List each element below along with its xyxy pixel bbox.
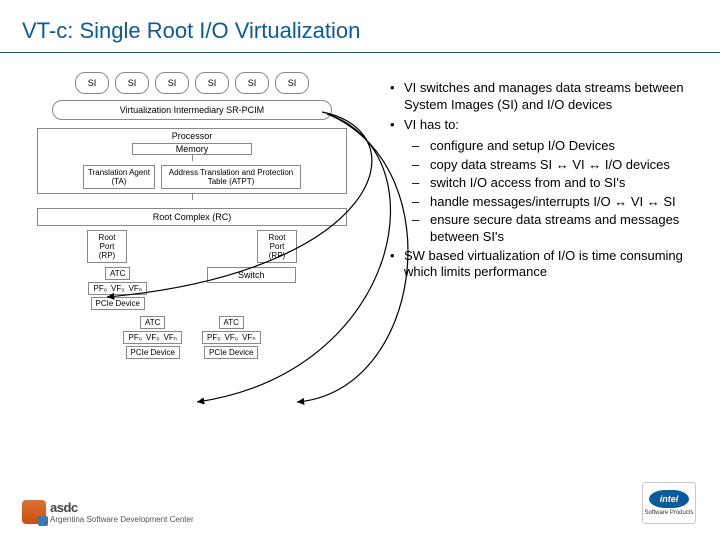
vi-box: Virtualization Intermediary SR-PCIM [52, 100, 332, 120]
sub-bullet-item: copy data streams SI ↔ VI ↔ I/O devices [430, 157, 670, 174]
dash-icon: – [412, 157, 430, 174]
bullet-item: VI has to: [404, 117, 459, 134]
root-complex-box: Root Complex (RC) [37, 208, 347, 226]
atc-box: ATC [140, 316, 165, 329]
sub-bullet-item: ensure secure data streams and messages … [430, 212, 713, 245]
pcie-device-label: PCIe Device [204, 346, 258, 359]
intel-logo: intel Software Products [642, 482, 696, 524]
title-underline [0, 52, 720, 53]
si-box: SI [155, 72, 189, 94]
vf-label: VF₀ [146, 333, 160, 342]
si-box: SI [235, 72, 269, 94]
dash-icon: – [412, 212, 430, 245]
root-port-row: Root Port (RP) Root Port (RP) [22, 230, 362, 263]
bullet-icon: • [388, 248, 404, 281]
si-box: SI [75, 72, 109, 94]
asdc-subtitle: Argentina Software Development Center [50, 515, 194, 524]
bullet-icon: • [388, 80, 404, 113]
dash-icon: – [412, 175, 430, 192]
bullet-text: •VI switches and manages data streams be… [388, 80, 713, 285]
asdc-name: asdc [50, 500, 194, 515]
sriov-diagram: SI SI SI SI SI SI Virtualization Interme… [22, 72, 362, 472]
slide-title: VT-c: Single Root I/O Virtualization [22, 18, 360, 44]
si-box: SI [115, 72, 149, 94]
asdc-logo: asdc Argentina Software Development Cent… [22, 500, 194, 524]
switch-box: Switch [207, 267, 296, 283]
sub-bullet-item: configure and setup I/O Devices [430, 138, 615, 155]
vf-label: VFₙ [129, 284, 142, 293]
pcie-device-label: PCIe Device [91, 297, 145, 310]
bullet-item: VI switches and manages data streams bet… [404, 80, 713, 113]
si-row: SI SI SI SI SI SI [22, 72, 362, 94]
vf-label: VF₀ [225, 333, 239, 342]
si-box: SI [275, 72, 309, 94]
pf-label: PF₀ [207, 333, 221, 342]
bullet-item: SW based virtualization of I/O is time c… [404, 248, 713, 281]
pcie-device-leaf: ATC PF₀ VF₀ VFₙ PCIe Device [88, 267, 147, 310]
asdc-mark-icon [22, 500, 46, 524]
pcie-device-leaf: ATC PF₀ VF₀ VFₙ PCIe Device [202, 316, 261, 359]
atpt-box: Address Translation and Protection Table… [161, 165, 301, 189]
sub-bullet-item: switch I/O access from and to SI's [430, 175, 625, 192]
vf-label: VFₙ [164, 333, 177, 342]
dash-icon: – [412, 138, 430, 155]
dash-icon: – [412, 194, 430, 211]
root-port-box: Root Port (RP) [257, 230, 297, 263]
pf-label: PF₀ [128, 333, 142, 342]
atc-box: ATC [105, 267, 130, 280]
pcie-device-leaf: ATC PF₀ VF₀ VFₙ PCIe Device [123, 316, 182, 359]
processor-label: Processor [42, 131, 342, 141]
intel-mark-icon: intel [649, 490, 689, 508]
bullet-icon: • [388, 117, 404, 134]
vf-label: VF₀ [111, 284, 125, 293]
atc-box: ATC [219, 316, 244, 329]
pcie-device-label: PCIe Device [126, 346, 180, 359]
intel-subtitle: Software Products [644, 510, 693, 516]
si-box: SI [195, 72, 229, 94]
ta-box: Translation Agent (TA) [83, 165, 155, 189]
sub-bullet-item: handle messages/interrupts I/O ↔ VI ↔ SI [430, 194, 676, 211]
pf-label: PF₀ [93, 284, 107, 293]
vf-label: VFₙ [242, 333, 255, 342]
processor-box: Processor Memory Translation Agent (TA) … [37, 128, 347, 194]
memory-box: Memory [132, 143, 252, 155]
root-port-box: Root Port (RP) [87, 230, 127, 263]
